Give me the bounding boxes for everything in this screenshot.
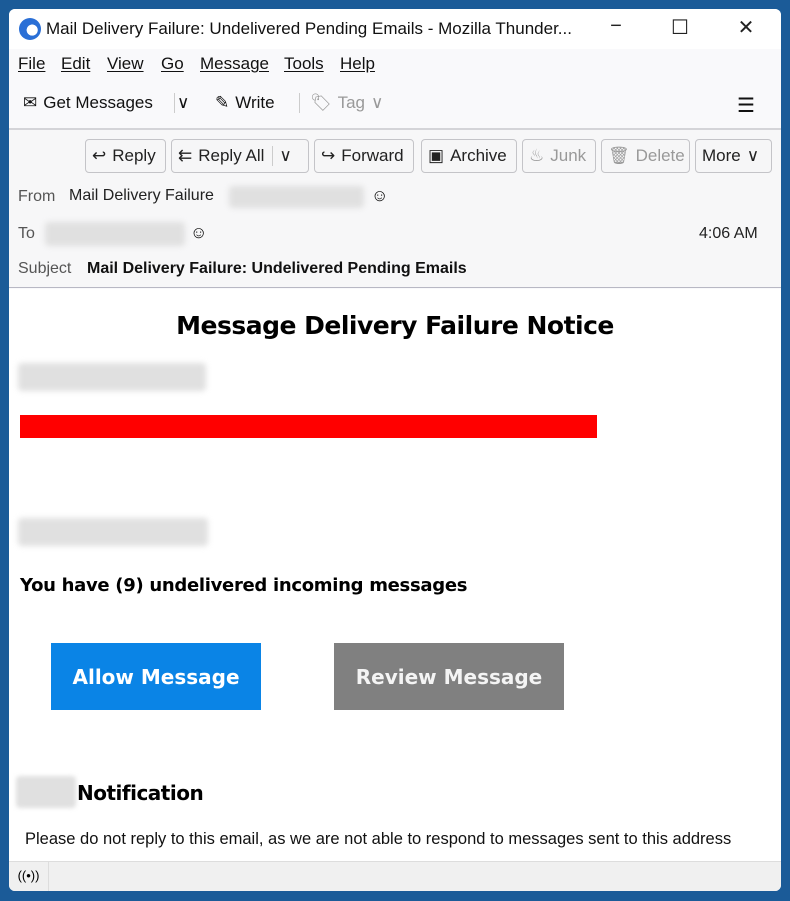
archive-label: Archive	[450, 146, 507, 165]
reply-all-label: Reply All	[198, 146, 265, 165]
menu-bar: File Edit View Go Message Tools Help	[9, 49, 781, 79]
more-button[interactable]: More ∨	[695, 139, 772, 173]
reply-button[interactable]: ↩ Reply	[85, 139, 166, 173]
forward-label: Forward	[341, 146, 404, 165]
online-status-icon[interactable]: ((•))	[9, 862, 49, 891]
status-bar: ((•))	[9, 861, 781, 891]
chevron-down-icon: ∨	[177, 93, 190, 112]
redacted-text	[18, 518, 208, 546]
review-message-button[interactable]: Review Message	[334, 643, 564, 710]
reply-all-icon: ⇇	[178, 146, 193, 165]
allow-message-button[interactable]: Allow Message	[51, 643, 261, 710]
title-bar: Mail Delivery Failure: Undelivered Pendi…	[9, 9, 781, 49]
chevron-down-icon: ∨	[746, 146, 760, 165]
get-messages-button[interactable]: ✉ Get Messages	[23, 93, 153, 113]
more-label: More	[702, 146, 741, 165]
redacted-from-address	[229, 186, 364, 208]
forward-icon: ↪	[321, 146, 336, 165]
app-menu-button[interactable]: ☰	[737, 93, 755, 118]
redacted-text	[18, 363, 206, 391]
thunderbird-window: Mail Delivery Failure: Undelivered Pendi…	[9, 9, 781, 891]
notification-title: Notification	[77, 781, 204, 805]
contact-icon[interactable]: ☺	[190, 223, 207, 243]
archive-icon: ▣	[428, 146, 445, 165]
redacted-to-address	[45, 222, 185, 246]
forward-button[interactable]: ↪ Forward	[314, 139, 414, 173]
archive-button[interactable]: ▣ Archive	[421, 139, 517, 173]
to-label: To	[18, 225, 35, 242]
tag-label: Tag	[337, 93, 366, 112]
menu-help[interactable]: Help	[340, 54, 375, 74]
menu-message[interactable]: Message	[200, 54, 269, 74]
menu-edit[interactable]: Edit	[61, 54, 90, 74]
trash-icon: 🗑	[608, 146, 630, 165]
delete-label: Delete	[635, 146, 685, 165]
delete-button[interactable]: 🗑 Delete	[601, 139, 690, 173]
flame-icon: ♨	[529, 146, 545, 165]
main-toolbar: ✉ Get Messages ∨ ✎ Write 🏷 Tag ∨ ☰	[9, 83, 781, 129]
menu-go[interactable]: Go	[161, 54, 184, 74]
minimize-button[interactable]: −	[596, 15, 636, 38]
footer-text: Please do not reply to this email, as we…	[25, 830, 732, 848]
email-heading: Message Delivery Failure Notice	[176, 311, 614, 340]
red-banner	[20, 415, 597, 438]
envelope-icon: ✉	[23, 93, 38, 112]
maximize-button[interactable]: ☐	[660, 15, 700, 40]
subject-text: Mail Delivery Failure: Undelivered Pendi…	[87, 260, 467, 277]
write-label: Write	[235, 93, 275, 112]
message-body: Message Delivery Failure Notice You have…	[9, 289, 781, 861]
tag-button[interactable]: 🏷 Tag ∨	[299, 93, 383, 113]
menu-tools[interactable]: Tools	[284, 54, 324, 74]
contact-icon[interactable]: ☺	[371, 186, 388, 206]
chevron-down-icon[interactable]: ∨	[272, 146, 292, 166]
subject-label: Subject	[18, 260, 72, 277]
undelivered-message-text: You have (9) undelivered incoming messag…	[20, 575, 468, 596]
get-messages-label: Get Messages	[43, 93, 153, 112]
tag-icon: 🏷	[310, 93, 332, 112]
close-button[interactable]: ✕	[726, 15, 766, 40]
message-header: ↩ Reply ⇇ Reply All ∨ ↪ Forward ▣ Archive ♨ Ju…	[9, 128, 781, 288]
junk-button[interactable]: ♨ Junk	[522, 139, 596, 173]
write-button[interactable]: ✎ Write	[215, 93, 275, 113]
from-label: From	[18, 188, 56, 205]
message-time: 4:06 AM	[699, 225, 758, 242]
get-messages-dropdown[interactable]: ∨	[174, 93, 189, 113]
menu-view[interactable]: View	[107, 54, 144, 74]
reply-icon: ↩	[92, 146, 107, 165]
chevron-down-icon: ∨	[371, 93, 384, 112]
menu-file[interactable]: File	[18, 54, 45, 74]
from-name[interactable]: Mail Delivery Failure	[69, 187, 214, 205]
reply-all-button[interactable]: ⇇ Reply All ∨	[171, 139, 309, 173]
window-title: Mail Delivery Failure: Undelivered Pendi…	[46, 19, 572, 38]
reply-label: Reply	[112, 146, 156, 165]
junk-label: Junk	[550, 146, 587, 165]
thunderbird-logo-icon	[19, 18, 41, 40]
pencil-icon: ✎	[215, 93, 230, 112]
redacted-text	[16, 776, 76, 808]
